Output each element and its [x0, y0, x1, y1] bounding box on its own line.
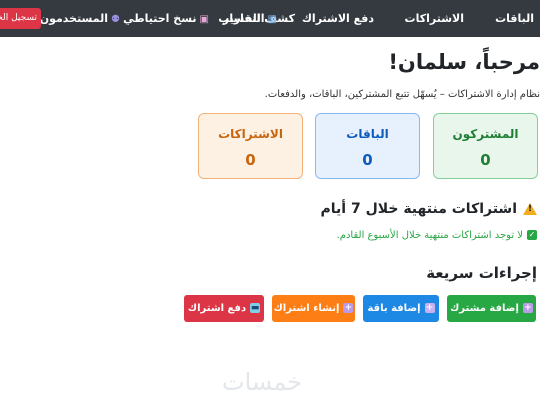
logout-button[interactable]: تسجيل الخروج: [0, 8, 41, 29]
plus-icon: +: [343, 303, 354, 313]
button-label: إضافة باقة: [367, 303, 421, 314]
button-label: إضافة مشترك: [450, 303, 519, 314]
nav-item-label: الباقات: [495, 12, 534, 25]
credit-card-icon: ▬: [250, 303, 261, 313]
watermark-logo: خمسات: [222, 368, 303, 396]
add-package-button[interactable]: +إضافة باقة: [363, 295, 439, 322]
users-icon: ⚉: [111, 14, 120, 25]
nav-item-pay-subscription[interactable]: دفع الاشتراك: [302, 0, 374, 37]
nav-item-packages[interactable]: الباقات: [495, 0, 534, 37]
stat-card-subscribers: المشتركون 0: [433, 113, 538, 179]
nav-item-label: التقارير: [222, 12, 265, 25]
stat-value: 0: [245, 151, 256, 169]
plus-icon: +: [522, 303, 533, 313]
check-icon: ✓: [527, 230, 537, 240]
no-expiring-text: لا توجد اشتراكات منتهية خلال الأسبوع الق…: [336, 230, 523, 241]
warning-icon: [523, 203, 537, 215]
stat-value: 0: [362, 151, 373, 169]
nav-item-reports[interactable]: ▦التقارير: [223, 0, 277, 37]
stat-label: الباقات: [346, 127, 389, 141]
expiring-title-text: اشتراكات منتهية خلال 7 أيام: [320, 201, 518, 217]
nav-item-subscriptions[interactable]: الاشتراكات: [405, 0, 464, 37]
nav-item-label: نسخ احتياطي: [123, 12, 197, 25]
nav-item-label: الاشتراكات: [404, 12, 464, 25]
stat-label: المشتركون: [452, 127, 519, 141]
pay-subscription-button[interactable]: ▬دفع اشتراك: [184, 295, 264, 322]
create-subscription-button[interactable]: +إنشاء اشتراك: [272, 295, 355, 322]
button-label: دفع اشتراك: [187, 303, 247, 314]
nav-item-users[interactable]: ⚉المستخدمون: [40, 0, 120, 37]
chart-icon: ▦: [267, 14, 277, 25]
nav-item-label: دفع الاشتراك: [301, 12, 374, 25]
expiring-section-title: اشتراكات منتهية خلال 7 أيام: [320, 201, 537, 217]
page-title: مرحباً، سلمان!: [388, 50, 540, 74]
floppy-disk-icon: ▣: [199, 14, 209, 25]
quick-actions-title: إجراءات سريعة: [426, 264, 537, 282]
stat-card-subscriptions: الاشتراكات 0: [198, 113, 303, 179]
nav-item-backup[interactable]: ▣نسخ احتياطي: [123, 0, 209, 37]
page-subtitle: نظام إدارة الاشتراكات – يُسهّل تتبع المش…: [264, 89, 540, 100]
stat-label: الاشتراكات: [218, 127, 283, 141]
top-navbar: الباقات الاشتراكات دفع الاشتراك كشف الحس…: [0, 0, 540, 37]
plus-icon: +: [424, 303, 435, 313]
no-expiring-message: ✓ لا توجد اشتراكات منتهية خلال الأسبوع ال…: [337, 230, 537, 241]
nav-item-label: المستخدمون: [39, 12, 109, 25]
button-label: إنشاء اشتراك: [273, 303, 340, 314]
stat-card-packages: الباقات 0: [315, 113, 420, 179]
stat-value: 0: [480, 151, 491, 169]
add-subscriber-button[interactable]: +إضافة مشترك: [447, 295, 536, 322]
